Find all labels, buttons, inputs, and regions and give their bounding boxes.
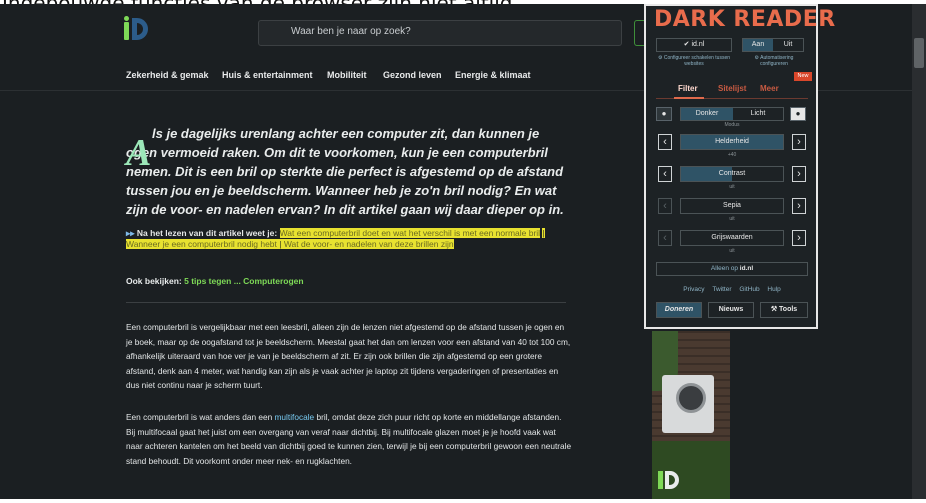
tools-button[interactable]: ⚒ Tools <box>760 302 808 318</box>
toc-separator: | <box>542 228 545 238</box>
nav-item-gezond[interactable]: Gezond leven <box>383 70 442 80</box>
badge-bar <box>658 471 663 489</box>
sidebar-ad-image[interactable] <box>652 331 730 499</box>
toc-box: ▸▸ Na het lezen van dit artikel weet je:… <box>126 228 572 250</box>
footer-links: Privacy Twitter GitHub Hulp <box>656 286 808 293</box>
slider-label: Helderheid <box>715 138 749 145</box>
site-toggle-button[interactable]: ✔ id.nl <box>656 38 732 52</box>
paragraph-2: Een computerbril is wat anders dan een m… <box>126 410 572 468</box>
tab-meer[interactable]: Meer <box>760 84 779 93</box>
slider-value: uit <box>729 216 735 222</box>
toc-item[interactable]: Wat een computerbril doet en wat het ver… <box>279 228 541 238</box>
also-label: Ook bekijken: <box>126 276 182 286</box>
logo-bar <box>124 22 129 40</box>
active-tab-indicator <box>674 97 704 99</box>
brightness-decrease-button[interactable]: ‹ <box>658 134 672 150</box>
sepia-slider[interactable]: Sepia <box>680 198 784 214</box>
sepia-decrease-button[interactable]: ‹ <box>658 198 672 214</box>
grayscale-slider[interactable]: Grijswaarden <box>680 230 784 246</box>
intro-text: ls je dagelijks urenlang achter een comp… <box>126 126 564 217</box>
site-logo[interactable] <box>124 16 156 42</box>
brightness-slider[interactable]: Helderheid <box>680 134 784 150</box>
dark-mode-icon[interactable]: ● <box>656 107 672 121</box>
mode-label: Modus <box>724 122 740 128</box>
brightness-increase-button[interactable]: › <box>792 134 806 150</box>
only-for-site-button[interactable]: Alleen op id.nl <box>656 262 808 276</box>
divider <box>126 302 566 303</box>
heat-pump-unit <box>662 375 714 433</box>
also-see: Ook bekijken: 5 tips tegen ... Computero… <box>126 276 304 286</box>
scrollbar-thumb[interactable] <box>914 38 924 68</box>
dark-reader-title: DARK READER <box>654 7 836 32</box>
paragraph-1: Een computerbril is vergelijkbaar met ee… <box>126 322 571 390</box>
help-link[interactable]: Hulp <box>767 286 780 293</box>
toc-icon: ▸▸ <box>126 228 135 238</box>
contrast-slider[interactable]: Contrast <box>680 166 784 182</box>
slider-label: Sepia <box>723 202 741 209</box>
github-link[interactable]: GitHub <box>739 286 759 293</box>
mode-dark-button[interactable]: Donker <box>681 108 733 120</box>
slider-label: Contrast <box>718 170 746 177</box>
logo-d <box>132 18 148 40</box>
configure-switching-link[interactable]: ⚙ Configureer schakelen tussen websites <box>656 55 732 67</box>
privacy-link[interactable]: Privacy <box>683 286 704 293</box>
light-mode-icon[interactable]: ● <box>790 107 806 121</box>
id-logo-badge <box>656 467 686 493</box>
slider-value: uit <box>729 184 735 190</box>
nav-item-mobiliteit[interactable]: Mobiliteit <box>327 70 367 80</box>
contrast-increase-button[interactable]: › <box>792 166 806 182</box>
search-placeholder: Waar ben je naar op zoek? <box>291 26 411 37</box>
off-button[interactable]: Uit <box>773 39 803 51</box>
nav-item-energie[interactable]: Energie & klimaat <box>455 70 531 80</box>
news-button[interactable]: Nieuws <box>708 302 754 318</box>
nav-item-zekerheid[interactable]: Zekerheid & gemak <box>126 70 209 80</box>
slider-value: +40 <box>727 152 737 158</box>
on-button[interactable]: Aan <box>743 39 773 51</box>
dropcap: A <box>126 132 152 174</box>
only-for-site-domain: id.nl <box>739 265 754 272</box>
toc-separator: | <box>276 239 284 249</box>
multifocale-link[interactable]: multifocale <box>275 412 315 422</box>
nav-item-huis[interactable]: Huis & entertainment <box>222 70 313 80</box>
mode-light-button[interactable]: Licht <box>733 108 783 120</box>
badge-d <box>665 471 679 489</box>
logo-dot <box>124 16 129 21</box>
grayscale-increase-button[interactable]: › <box>792 230 806 246</box>
contrast-decrease-button[interactable]: ‹ <box>658 166 672 182</box>
configure-automation-link[interactable]: ⚙ Automatisering configureren <box>742 55 806 67</box>
toc-label: Na het lezen van dit artikel weet je: <box>136 228 278 238</box>
tab-sitelijst[interactable]: Sitelijst <box>718 84 746 93</box>
scrollbar[interactable] <box>912 4 926 499</box>
donate-button[interactable]: Doneren <box>656 302 702 318</box>
tab-filter[interactable]: Filter <box>678 84 698 93</box>
sepia-increase-button[interactable]: › <box>792 198 806 214</box>
new-badge: New <box>794 72 812 81</box>
only-for-site-prefix: Alleen op <box>710 265 740 272</box>
grayscale-decrease-button[interactable]: ‹ <box>658 230 672 246</box>
slider-value: uit <box>729 248 735 254</box>
search-input[interactable]: Waar ben je naar op zoek? <box>258 20 622 46</box>
on-off-toggle: Aan Uit <box>742 38 804 52</box>
paragraph-2-start: Een computerbril is wat anders dan een <box>126 412 275 422</box>
toc-item[interactable]: Wanneer je een computerbril nodig hebt <box>126 239 277 249</box>
mode-switch: Donker Licht <box>680 107 784 121</box>
dark-reader-popup: DARK READER ✔ id.nl Aan Uit ⚙ Configuree… <box>644 4 835 329</box>
article-intro: A ls je dagelijks urenlang achter een co… <box>126 124 572 219</box>
slider-label: Grijswaarden <box>711 234 753 241</box>
fan-icon <box>676 383 706 413</box>
twitter-link[interactable]: Twitter <box>712 286 731 293</box>
toc-item[interactable]: Wat de voor- en nadelen van deze brillen… <box>283 239 454 249</box>
also-link[interactable]: 5 tips tegen ... Computerogen <box>184 276 303 286</box>
